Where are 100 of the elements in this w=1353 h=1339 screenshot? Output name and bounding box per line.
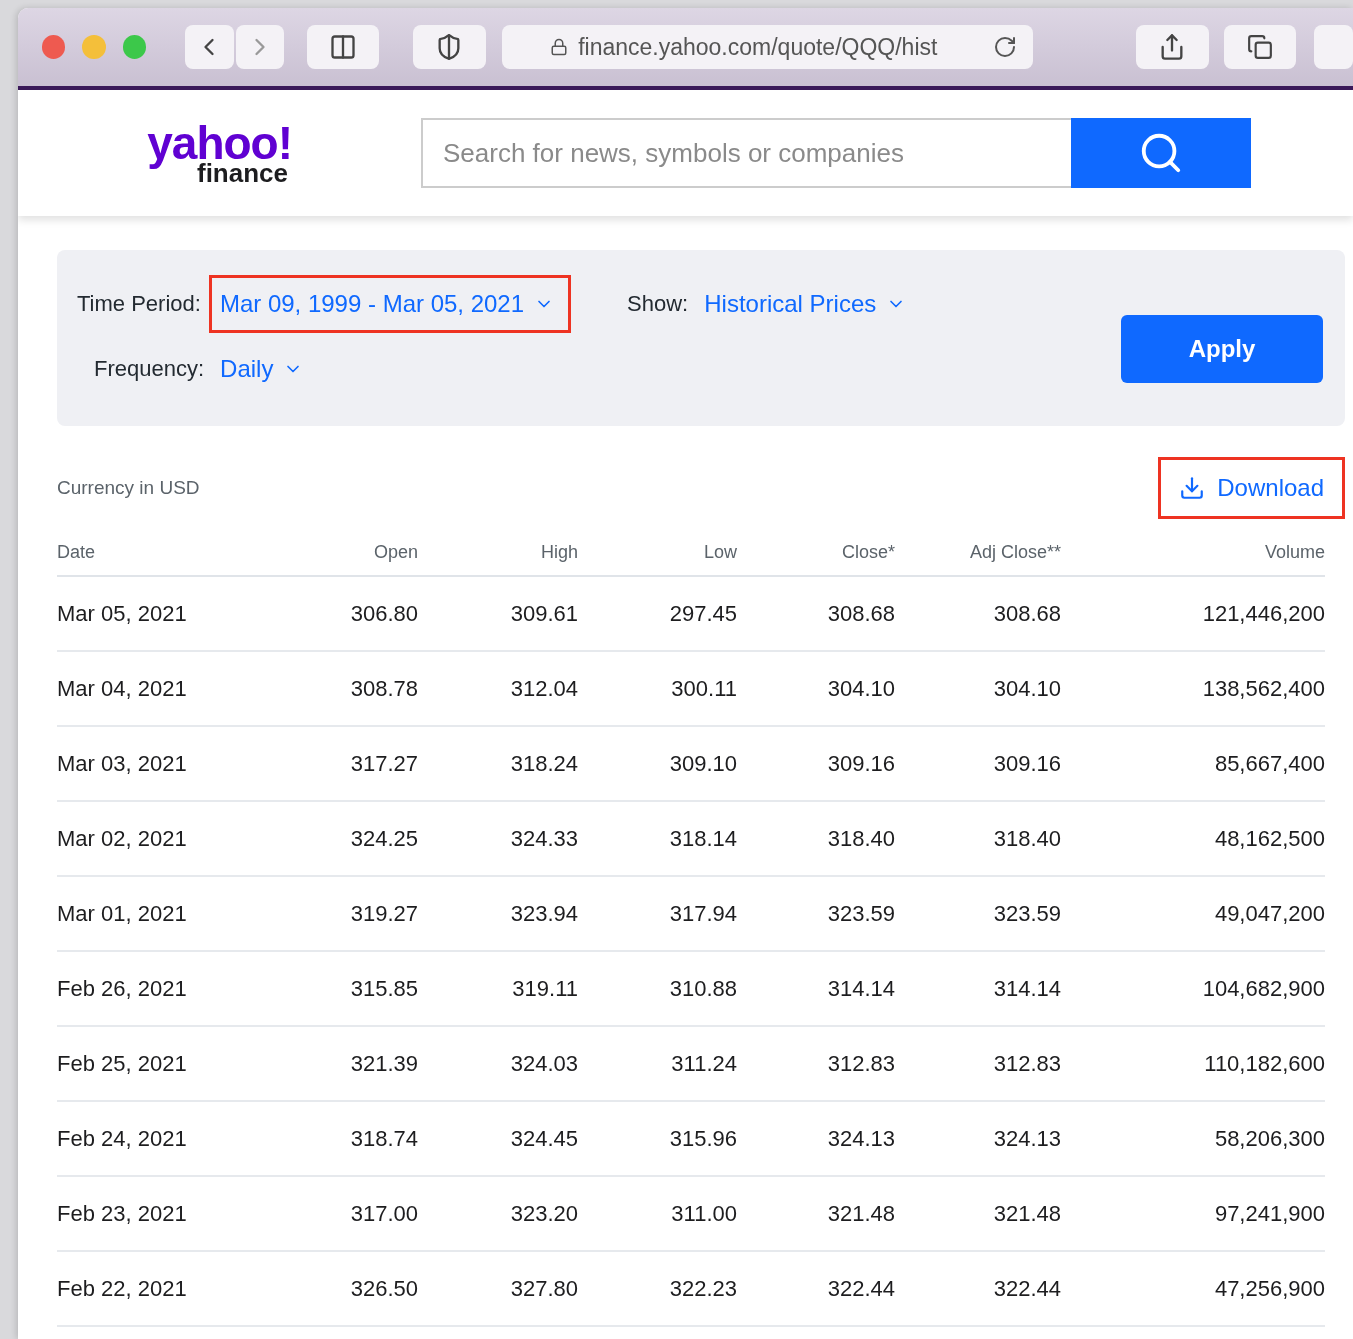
table-cell: 110,182,600 <box>1061 1027 1325 1102</box>
table-cell: 97,241,900 <box>1061 1177 1325 1252</box>
table-cell: 312.04 <box>418 652 578 727</box>
table-cell: 309.16 <box>895 727 1061 802</box>
table-cell: 322.23 <box>578 1252 737 1327</box>
table-cell: Feb 23, 2021 <box>57 1177 227 1252</box>
table-cell: 323.59 <box>895 877 1061 952</box>
back-button[interactable] <box>184 25 234 69</box>
table-cell: 318.40 <box>737 802 895 877</box>
table-cell: 314.14 <box>737 952 895 1027</box>
table-cell: 322.44 <box>737 1252 895 1327</box>
table-cell: 324.13 <box>895 1102 1061 1177</box>
sidebar-button[interactable] <box>306 25 380 69</box>
table-cell: Feb 22, 2021 <box>57 1252 227 1327</box>
table-cell: 318.74 <box>227 1102 418 1177</box>
table-cell: 297.45 <box>578 577 737 652</box>
frequency-label: Frequency: <box>94 356 205 382</box>
table-cell: 309.10 <box>578 727 737 802</box>
table-cell: 312.83 <box>895 1027 1061 1102</box>
tabs-button[interactable] <box>1224 25 1297 69</box>
table-cell: 304.10 <box>737 652 895 727</box>
table-cell: Mar 01, 2021 <box>57 877 227 952</box>
table-cell: 49,047,200 <box>1061 877 1325 952</box>
table-cell: 306.80 <box>227 577 418 652</box>
table-cell: 315.96 <box>578 1102 737 1177</box>
table-cell: 327.80 <box>418 1252 578 1327</box>
table-cell: Feb 24, 2021 <box>57 1102 227 1177</box>
search-button[interactable] <box>1071 118 1251 188</box>
table-cell: Mar 02, 2021 <box>57 802 227 877</box>
download-icon <box>1179 475 1206 501</box>
show-label: Show: <box>627 291 689 317</box>
table-cell: 321.39 <box>227 1027 418 1102</box>
time-period-dropdown[interactable]: Mar 09, 1999 - Mar 05, 2021 <box>208 275 572 333</box>
table-cell: 310.88 <box>578 952 737 1027</box>
table-cell: 311.00 <box>578 1177 737 1252</box>
table-cell: Feb 26, 2021 <box>57 952 227 1027</box>
frequency-dropdown[interactable]: Daily <box>212 355 312 383</box>
time-period-label: Time Period: <box>77 291 201 317</box>
table-cell: 300.11 <box>578 652 737 727</box>
sidebar-icon <box>329 33 357 61</box>
table-cell: 311.24 <box>578 1027 737 1102</box>
table-cell: 319.27 <box>227 877 418 952</box>
table-cell: Mar 05, 2021 <box>57 577 227 652</box>
apply-button[interactable]: Apply <box>1121 315 1323 383</box>
column-header: Open <box>227 532 418 577</box>
table-cell: 326.50 <box>227 1252 418 1327</box>
table-cell: 308.68 <box>895 577 1061 652</box>
table-cell: 318.40 <box>895 802 1061 877</box>
table-cell: 322.44 <box>895 1252 1061 1327</box>
currency-note: Currency in USD <box>57 477 200 499</box>
table-cell: 312.83 <box>737 1027 895 1102</box>
table-cell: 323.59 <box>737 877 895 952</box>
table-cell: 47,256,900 <box>1061 1252 1325 1327</box>
download-link[interactable]: Download <box>1158 457 1345 519</box>
reload-icon[interactable] <box>992 35 1017 59</box>
table-cell: 317.27 <box>227 727 418 802</box>
table-cell: 324.45 <box>418 1102 578 1177</box>
table-cell: 104,682,900 <box>1061 952 1325 1027</box>
table-cell: 324.03 <box>418 1027 578 1102</box>
table-cell: 317.94 <box>578 877 737 952</box>
url-text: finance.yahoo.com/quote/QQQ/hist <box>578 33 939 61</box>
search-field[interactable]: Search for news, symbols or companies <box>421 118 1071 188</box>
table-cell: 324.25 <box>227 802 418 877</box>
table-cell: 308.68 <box>737 577 895 652</box>
column-header: Volume <box>1061 532 1325 577</box>
table-cell: 121,446,200 <box>1061 577 1325 652</box>
table-cell: 323.94 <box>418 877 578 952</box>
table-cell: 314.14 <box>895 952 1061 1027</box>
table-cell: 321.48 <box>895 1177 1061 1252</box>
table-cell: 304.10 <box>895 652 1061 727</box>
table-cell: 309.61 <box>418 577 578 652</box>
tabs-icon <box>1247 34 1274 60</box>
table-cell: 308.78 <box>227 652 418 727</box>
table-cell: 138,562,400 <box>1061 652 1325 727</box>
table-cell: Mar 03, 2021 <box>57 727 227 802</box>
table-cell: 321.48 <box>737 1177 895 1252</box>
lock-icon <box>550 38 569 56</box>
table-cell: Feb 25, 2021 <box>57 1027 227 1102</box>
table-cell: 85,667,400 <box>1061 727 1325 802</box>
address-bar[interactable]: finance.yahoo.com/quote/QQQ/hist <box>502 25 1033 69</box>
column-header: Adj Close** <box>895 532 1061 577</box>
table-cell: 324.33 <box>418 802 578 877</box>
table-cell: Mar 04, 2021 <box>57 652 227 727</box>
column-header: Low <box>578 532 737 577</box>
show-dropdown[interactable]: Historical Prices <box>696 290 915 318</box>
column-header: Close* <box>737 532 895 577</box>
table-cell: 323.20 <box>418 1177 578 1252</box>
table-cell: 315.85 <box>227 952 418 1027</box>
table-cell: 317.00 <box>227 1177 418 1252</box>
table-cell: 318.14 <box>578 802 737 877</box>
share-button[interactable] <box>1136 25 1209 69</box>
table-cell: 309.16 <box>737 727 895 802</box>
table-cell: 58,206,300 <box>1061 1102 1325 1177</box>
table-cell: 324.13 <box>737 1102 895 1177</box>
column-header: High <box>418 532 578 577</box>
column-header: Date <box>57 532 227 577</box>
privacy-button[interactable] <box>413 25 486 69</box>
logo[interactable]: yahoo! finance <box>102 120 292 186</box>
table-cell: 318.24 <box>418 727 578 802</box>
table-cell: 319.11 <box>418 952 578 1027</box>
